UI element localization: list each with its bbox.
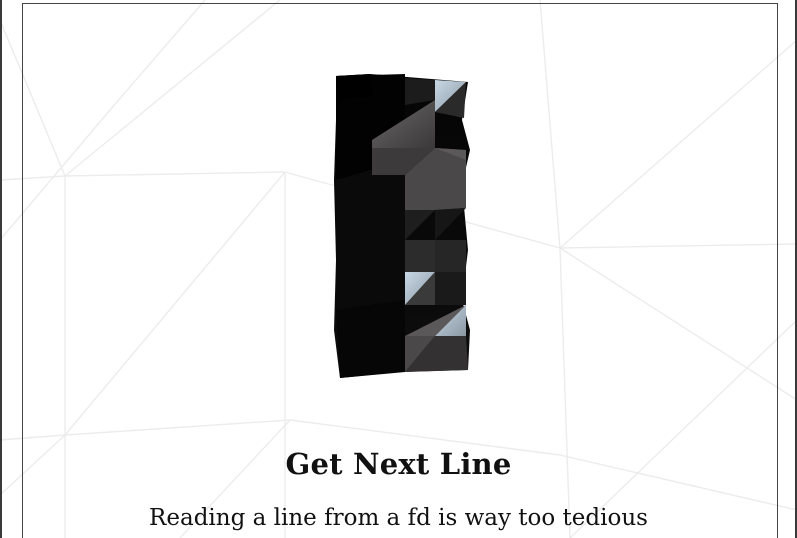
page-title: Get Next Line — [285, 447, 512, 481]
42-emblem-icon — [334, 74, 470, 378]
document-page: Get Next Line Reading a line from a fd i… — [0, 0, 797, 538]
page-subtitle: Reading a line from a fd is way too tedi… — [149, 505, 648, 531]
